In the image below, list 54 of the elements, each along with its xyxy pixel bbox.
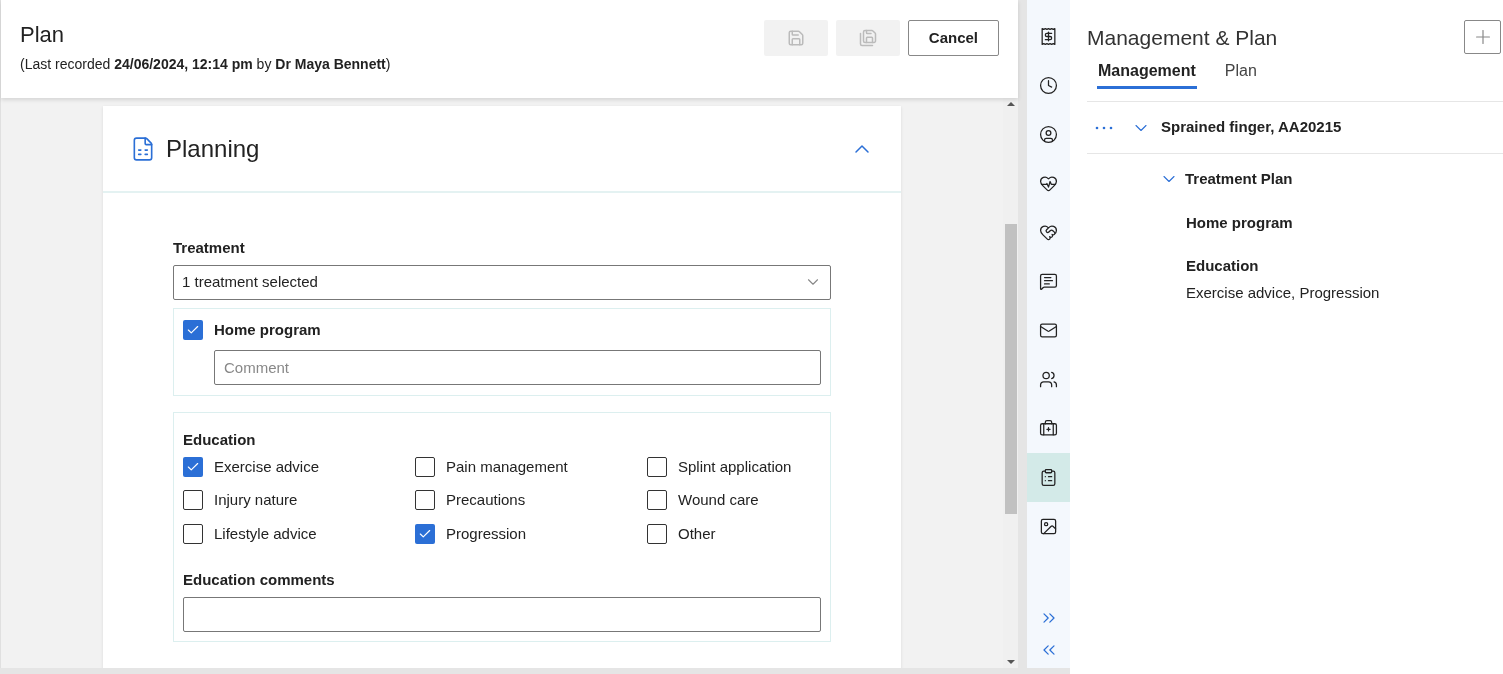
page-title: Plan	[20, 21, 66, 49]
group-title: Treatment Plan	[1185, 169, 1293, 189]
panel-title: Management & Plan	[1087, 25, 1278, 51]
checkbox[interactable]	[183, 319, 203, 340]
section-title: Planning	[166, 133, 260, 164]
item-title: Education	[1186, 256, 1260, 276]
checkbox[interactable]	[183, 490, 203, 511]
image-icon	[1039, 517, 1058, 536]
last-recorded-text: (Last recorded 24/06/2024, 12:14 pm by Dr Maya Bennett)	[20, 55, 391, 74]
add-button[interactable]	[1464, 20, 1501, 54]
scroll-up-icon	[1006, 102, 1015, 106]
medical-kit-icon	[1039, 419, 1058, 438]
clock-icon	[1039, 76, 1058, 95]
receipt-icon	[1039, 27, 1058, 46]
mail-icon	[1039, 321, 1058, 340]
heart-pulse-icon	[1039, 174, 1058, 193]
option-label: Splint application	[678, 456, 792, 477]
education-comments-field[interactable]	[183, 596, 821, 632]
chat-icon	[1039, 272, 1058, 291]
save-copy-icon	[858, 29, 877, 47]
panel-tab[interactable]: Plan	[1210, 55, 1271, 89]
cancel-button[interactable]: Cancel	[907, 20, 999, 56]
option-label: Home program	[214, 319, 321, 340]
option-label: Other	[678, 523, 716, 544]
scroll-down-icon	[1006, 660, 1015, 664]
clipboard-icon	[1039, 468, 1058, 487]
option-label: Lifestyle advice	[214, 523, 317, 544]
checkbox[interactable]	[415, 456, 435, 477]
checkbox[interactable]	[647, 490, 667, 511]
checkbox[interactable]	[415, 523, 435, 544]
item-title: Home program	[1186, 212, 1294, 233]
option-label: Precautions	[446, 490, 526, 510]
user-circle-icon	[1039, 125, 1058, 144]
option-label: Exercise advice	[214, 456, 320, 477]
panel-tab[interactable]: Management	[1097, 55, 1197, 89]
heart-list-icon	[1039, 223, 1058, 242]
treatment-dropdown[interactable]: 1 treatment selected	[173, 264, 831, 300]
comment-field[interactable]: Comment	[214, 350, 821, 385]
field-label: Education comments	[183, 570, 336, 590]
checkbox[interactable]	[415, 490, 435, 511]
option-label: Pain management	[446, 456, 568, 477]
field-label: Education	[183, 430, 257, 450]
checkbox[interactable]	[647, 523, 667, 544]
people-icon	[1039, 370, 1058, 389]
checkbox[interactable]	[183, 523, 203, 544]
field-label: Treatment	[173, 238, 246, 258]
option-label: Injury nature	[214, 490, 298, 510]
save-icon	[786, 29, 805, 47]
condition-title: Sprained finger, AA20215	[1161, 117, 1342, 138]
option-label: Wound care	[678, 490, 759, 510]
item-detail: Exercise advice, Progression	[1186, 282, 1381, 303]
option-label: Progression	[446, 523, 527, 544]
checkbox[interactable]	[647, 456, 667, 477]
checkbox[interactable]	[183, 456, 203, 477]
